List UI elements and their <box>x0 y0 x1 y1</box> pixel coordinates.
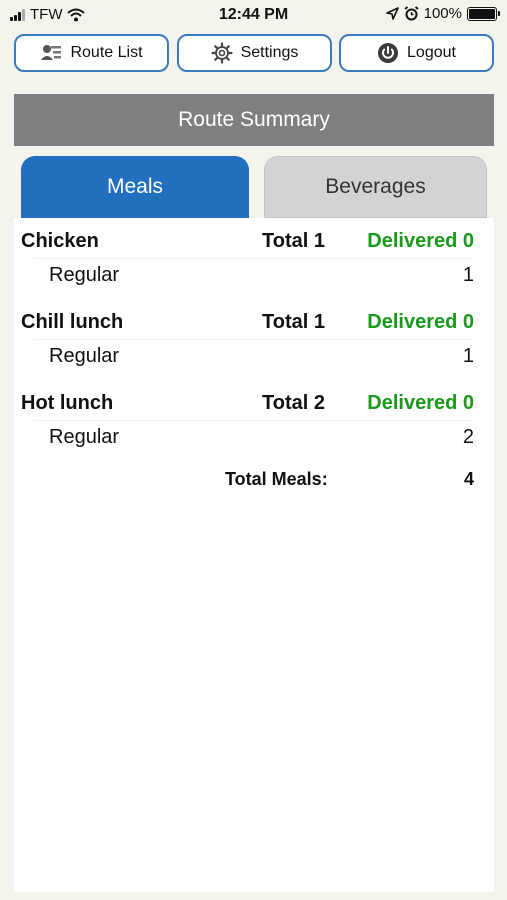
meal-variant-row: Regular 1 <box>49 264 474 292</box>
battery-icon <box>467 6 500 21</box>
meals-list: Chicken Total 1 Delivered 0 Regular 1 Ch… <box>14 218 494 892</box>
meal-delivered: Delivered 0 <box>367 392 474 414</box>
meal-group: Chicken Total 1 Delivered 0 Regular 1 <box>14 218 494 299</box>
row-divider <box>34 258 474 259</box>
battery-percent: 100% <box>423 5 462 22</box>
meal-header-row: Chicken Total 1 Delivered 0 <box>21 230 474 258</box>
settings-button[interactable]: Settings <box>177 34 332 72</box>
meal-variant-count: 2 <box>462 426 474 448</box>
meal-variant: Regular <box>49 264 120 286</box>
status-bar: TFW 12:44 PM 100% <box>0 0 507 30</box>
toolbar: Route List Settings Logout <box>14 34 494 72</box>
page-title: Route Summary <box>14 94 494 146</box>
route-list-icon <box>41 45 62 60</box>
tab-beverages[interactable]: Beverages <box>264 156 487 218</box>
settings-label: Settings <box>240 44 299 61</box>
alarm-icon <box>404 6 419 21</box>
power-icon <box>378 43 399 63</box>
meal-delivered: Delivered 0 <box>367 230 474 252</box>
location-arrow-icon <box>385 7 399 20</box>
meal-variant-count: 1 <box>462 345 474 367</box>
total-meals-value: 4 <box>463 469 474 489</box>
gear-icon <box>210 42 233 64</box>
meal-total: Total 2 <box>262 392 325 414</box>
meal-variant: Regular <box>49 345 120 367</box>
meal-total: Total 1 <box>262 230 325 252</box>
row-divider <box>34 420 474 421</box>
status-right: 100% <box>385 5 500 22</box>
meal-variant-count: 1 <box>462 264 474 286</box>
logout-button[interactable]: Logout <box>339 34 494 72</box>
meal-delivered: Delivered 0 <box>367 311 474 333</box>
meal-group: Hot lunch Total 2 Delivered 0 Regular 2 <box>14 380 494 461</box>
tab-meals[interactable]: Meals <box>21 156 249 218</box>
meal-group: Chill lunch Total 1 Delivered 0 Regular … <box>14 299 494 380</box>
total-meals-row: Total Meals: 4 <box>14 461 494 501</box>
logout-label: Logout <box>407 44 456 61</box>
meal-variant: Regular <box>49 426 120 448</box>
meal-header-row: Chill lunch Total 1 Delivered 0 <box>21 311 474 339</box>
total-meals-label: Total Meals: <box>225 469 328 489</box>
meal-header-row: Hot lunch Total 2 Delivered 0 <box>21 392 474 420</box>
route-list-button[interactable]: Route List <box>14 34 169 72</box>
meal-variant-row: Regular 2 <box>49 426 474 454</box>
meal-total: Total 1 <box>262 311 325 333</box>
row-divider <box>34 339 474 340</box>
meal-variant-row: Regular 1 <box>49 345 474 373</box>
route-list-label: Route List <box>70 44 143 61</box>
